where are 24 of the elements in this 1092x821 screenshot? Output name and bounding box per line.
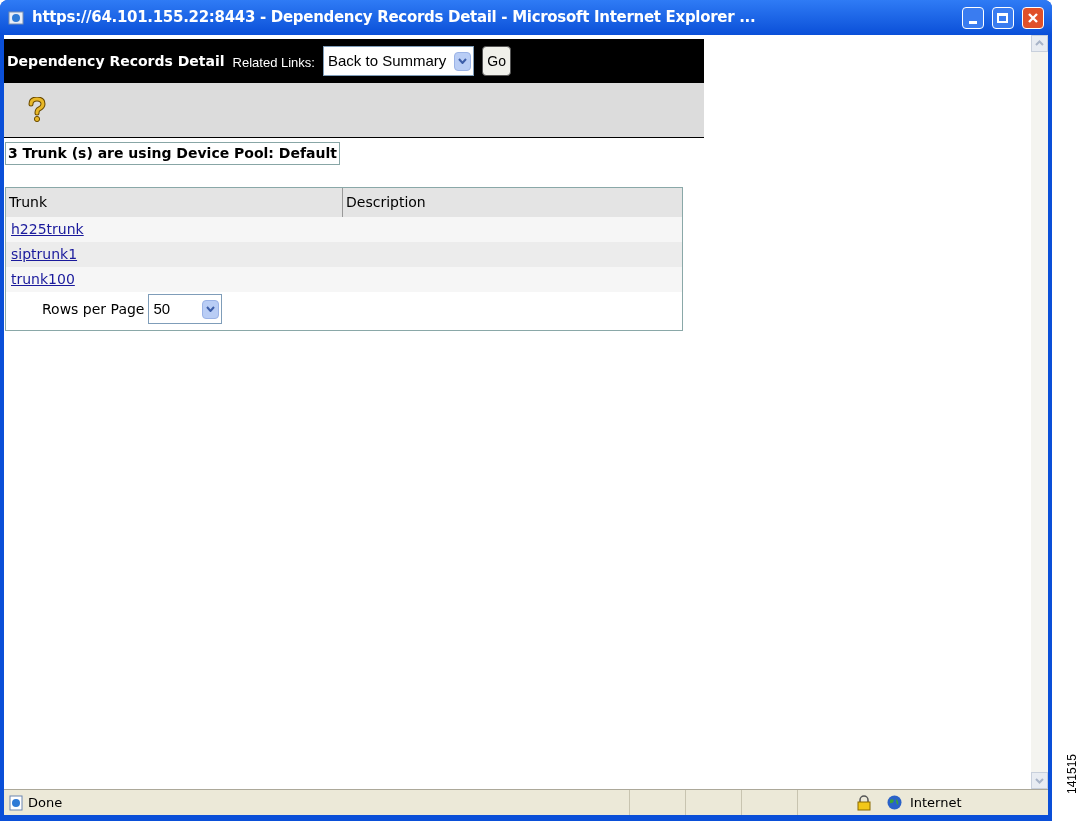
related-links-dropdown[interactable]: Back to Summary <box>322 46 475 76</box>
help-icon[interactable] <box>28 97 46 123</box>
go-button[interactable]: Go <box>482 46 511 76</box>
trunk-link[interactable]: h225trunk <box>11 219 84 240</box>
page-title: Dependency Records Detail <box>7 51 225 71</box>
browser-icon <box>8 9 24 26</box>
close-button[interactable] <box>1021 6 1044 29</box>
trunk-link[interactable]: siptrunk1 <box>11 244 78 265</box>
page-icon <box>8 794 24 811</box>
column-header: Description <box>345 193 427 212</box>
rows-per-page-label: Rows per Page <box>42 299 145 319</box>
zone-text: Internet <box>909 793 963 812</box>
minimize-button[interactable] <box>961 6 984 29</box>
maximize-button[interactable] <box>991 6 1014 29</box>
summary-text: 3 Trunk (s) are using Device Pool: Default <box>5 142 340 165</box>
close-icon <box>1026 11 1039 24</box>
related-links-label: Related Links: <box>232 54 315 73</box>
window-title: https://64.101.155.22:8443 - Dependency Records Detail - Microsoft Internet Explorer ... <box>32 7 757 29</box>
figure-number: 141515 <box>1064 754 1080 794</box>
globe-icon <box>886 795 902 810</box>
lock-icon <box>856 794 871 811</box>
rows-per-page-dropdown[interactable]: 50 <box>148 294 223 324</box>
trunk-link[interactable]: trunk100 <box>11 269 75 290</box>
status-text: Done <box>28 793 64 812</box>
